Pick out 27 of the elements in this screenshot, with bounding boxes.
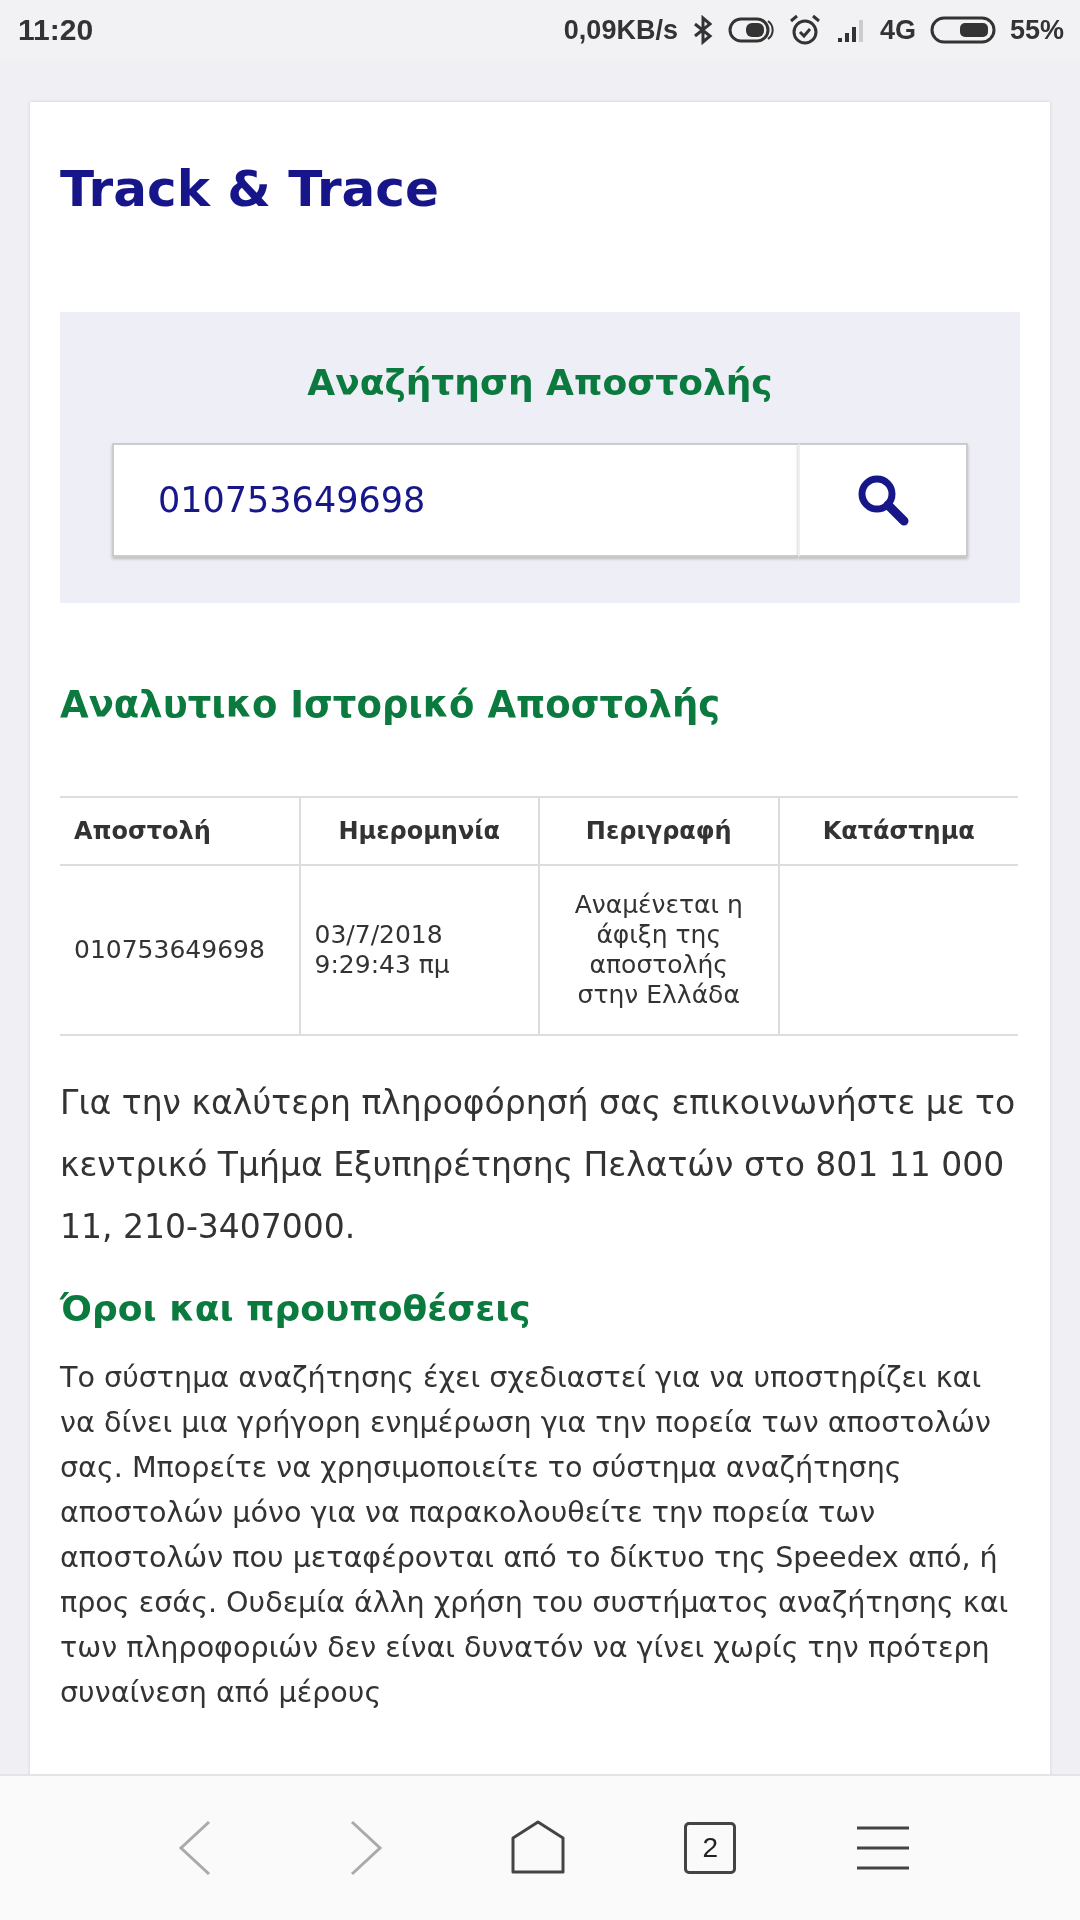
page-title: Track & Trace <box>60 160 440 218</box>
bluetooth-icon <box>691 15 714 45</box>
alarm-icon <box>787 13 822 47</box>
search-field[interactable]: 010753649698 <box>112 443 798 557</box>
column-header: Περιγραφή <box>539 797 779 865</box>
section-heading: Αναλυτικο Ιστορικό Αποστολής <box>60 683 722 726</box>
search-heading: Αναζήτηση Αποστολής <box>307 362 773 403</box>
toggle-icon <box>727 16 774 44</box>
column-header: Κατάστημα <box>778 797 1018 865</box>
section-heading: Όροι και προυποθέσεις <box>60 1288 532 1329</box>
contact-text: Για την καλύτερη πληροφόρησή σας επικοινωνήστε με το κεντρικό Τμήμα Εξυπηρέτησης Πελατών στο 801 11 000 11, 210-3407000. <box>60 1082 1017 1248</box>
battery-percent: 55% <box>1009 14 1064 46</box>
menu-button[interactable] <box>854 1824 911 1872</box>
tabs-button[interactable]: 2 <box>684 1822 737 1874</box>
column-header: Αποστολή <box>60 797 300 865</box>
table-cell: Αναμένεται η άφιξη της αποστολής στην Ελλάδα <box>574 890 743 1009</box>
network-speed: 0,09KB/s <box>563 14 678 46</box>
status-time: 11:20 <box>18 13 95 47</box>
network-type: 4G <box>879 14 916 46</box>
table-cell: 03/7/2018 9:29:43 πμ <box>314 920 450 979</box>
search-icon <box>856 473 910 527</box>
search-button[interactable] <box>798 443 968 557</box>
column-header: Ημερομηνία <box>299 797 539 865</box>
home-button[interactable] <box>509 1820 566 1876</box>
battery-icon <box>929 15 996 45</box>
terms-text: Το σύστημα αναζήτησης έχει σχεδιαστεί για να υποστηρίζει και να δίνει μια γρήγορη ενημέρωση για την πορεία των αποστολών σας. Μπορείτε να χρησιμοποιείτε το σύστημα αναζήτησης αποστολών μόνο για να παρακολουθείτε την πορεία των αποστολών που μεταφέρονται από το δίκτυο της Speedex από, ή προς εσάς. Ουδεμία άλλη χρήση του συστήματος αναζήτησης και των πληροφοριών δεν είναι δυνατόν να γίνει χωρίς την πρότερη συναίνεση από μέρους <box>60 1359 1010 1711</box>
table-cell: 010753649698 <box>74 935 265 964</box>
